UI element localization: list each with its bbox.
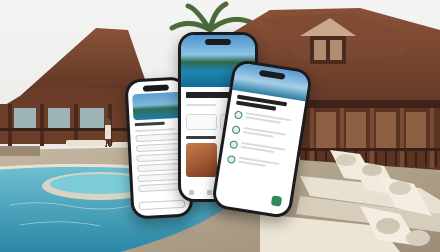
offer-card[interactable] bbox=[186, 143, 217, 177]
activity-list bbox=[226, 110, 297, 173]
chat-option[interactable] bbox=[137, 172, 184, 183]
chat-option[interactable] bbox=[135, 142, 183, 153]
section-heading bbox=[186, 136, 216, 139]
service-tile[interactable] bbox=[186, 114, 217, 130]
activity-row[interactable] bbox=[231, 125, 294, 143]
chat-option[interactable] bbox=[135, 132, 182, 143]
assistant-title bbox=[134, 121, 165, 127]
chat-option[interactable] bbox=[136, 162, 184, 173]
send-button[interactable] bbox=[270, 195, 283, 207]
activity-row[interactable] bbox=[229, 140, 291, 158]
activity-icon bbox=[231, 125, 241, 135]
notch bbox=[142, 84, 169, 92]
activity-icon bbox=[233, 110, 244, 120]
stay-dates bbox=[186, 104, 216, 106]
chat-options bbox=[135, 128, 185, 193]
activity-row[interactable] bbox=[233, 110, 296, 128]
calendar-icon[interactable] bbox=[206, 190, 212, 195]
chat-option[interactable] bbox=[136, 152, 183, 163]
chat-input[interactable] bbox=[138, 199, 186, 211]
home-icon[interactable] bbox=[189, 190, 194, 195]
activity-row[interactable] bbox=[226, 154, 289, 173]
notch bbox=[205, 39, 231, 45]
activity-icon bbox=[229, 140, 239, 150]
activity-icon bbox=[226, 154, 236, 165]
welcome-heading bbox=[186, 92, 230, 98]
resort-scene bbox=[0, 0, 440, 252]
hotel-hero-image bbox=[132, 91, 182, 121]
